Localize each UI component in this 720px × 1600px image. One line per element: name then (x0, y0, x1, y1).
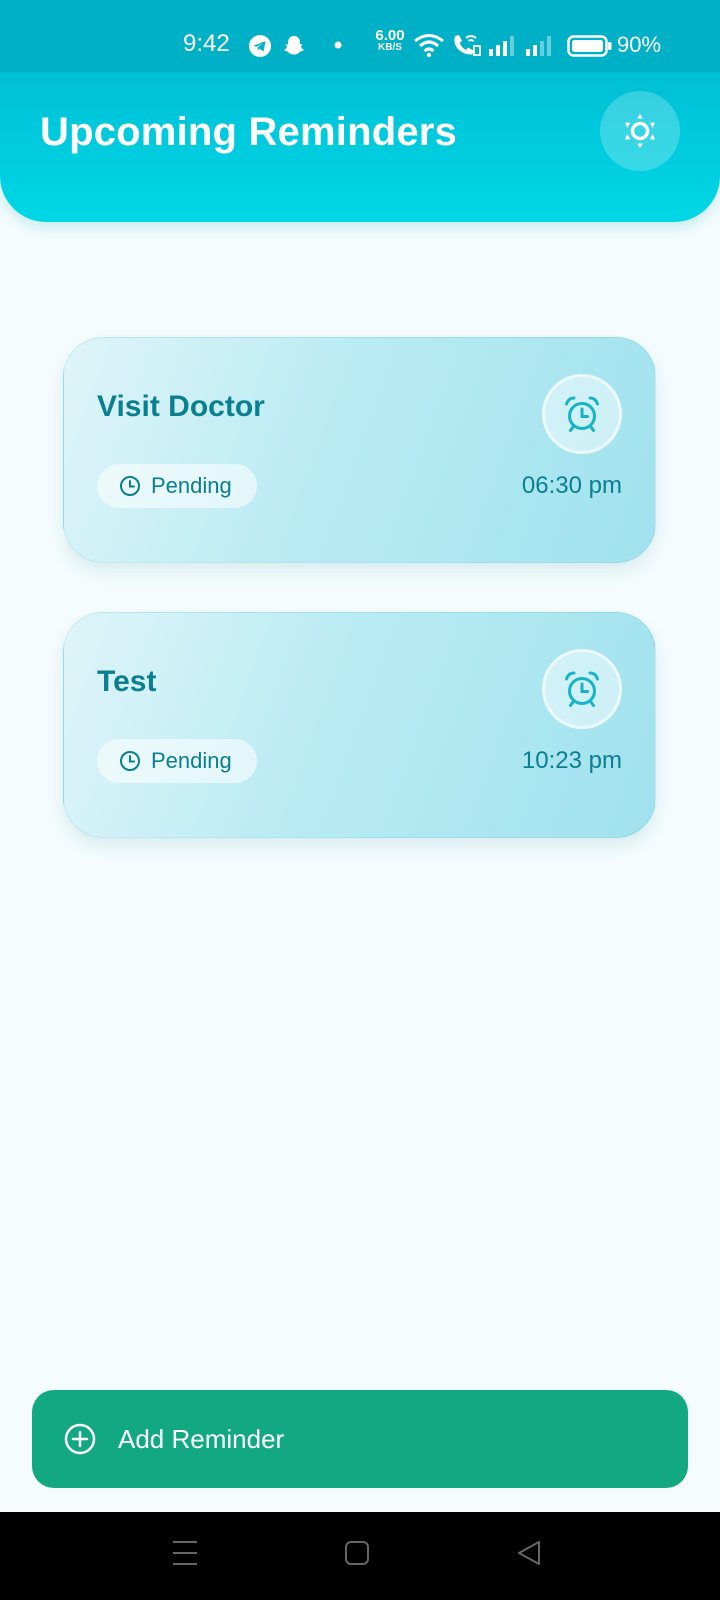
clock-icon (120, 751, 140, 771)
alarm-button[interactable] (542, 374, 622, 454)
reminder-title: Visit Doctor (97, 390, 265, 423)
system-nav-bar (0, 1512, 720, 1600)
reminder-time: 10:23 pm (521, 747, 622, 774)
snapchat-icon (284, 36, 304, 55)
reminder-time: 06:30 pm (521, 472, 622, 499)
battery-icon (567, 35, 612, 57)
status-label: Pending (151, 473, 232, 498)
signal-icon (489, 36, 514, 56)
network-speed: 6.00 KB/S (372, 28, 408, 53)
alarm-clock-icon (565, 396, 599, 432)
alarm-button[interactable] (542, 649, 622, 729)
clock-icon (120, 476, 140, 496)
app-header: 9:42 6.00 KB/S 90% Upcoming Reminders (0, 0, 720, 222)
status-label: Pending (151, 748, 232, 773)
alarm-clock-icon (565, 671, 599, 707)
status-badge: Pending (97, 464, 257, 508)
dot-icon (334, 41, 342, 49)
plus-circle-icon (64, 1423, 96, 1455)
battery-percent: 90% (617, 32, 662, 57)
status-bar: 9:42 6.00 KB/S 90% (0, 0, 720, 72)
status-time: 9:42 (183, 30, 230, 57)
back-icon[interactable] (516, 1540, 542, 1566)
wifi-call-icon (454, 35, 481, 56)
network-speed-value: 6.00 (375, 27, 405, 44)
add-reminder-button[interactable]: Add Reminder (32, 1390, 688, 1488)
reminder-card[interactable]: Visit Doctor Pending 06:30 pm (63, 337, 656, 563)
wifi-icon (414, 34, 444, 58)
theme-toggle-button[interactable] (600, 91, 680, 171)
network-speed-unit: KB/S (378, 42, 402, 53)
brightness-icon (625, 114, 655, 148)
reminder-title: Test (97, 665, 157, 698)
signal-icon (526, 36, 551, 56)
page-title: Upcoming Reminders (40, 110, 457, 154)
add-reminder-label: Add Reminder (118, 1423, 285, 1454)
status-badge: Pending (97, 739, 257, 783)
menu-icon[interactable] (172, 1538, 198, 1568)
home-icon[interactable] (344, 1540, 370, 1566)
reminder-card[interactable]: Test Pending 10:23 pm (63, 612, 656, 838)
telegram-icon (249, 35, 271, 57)
